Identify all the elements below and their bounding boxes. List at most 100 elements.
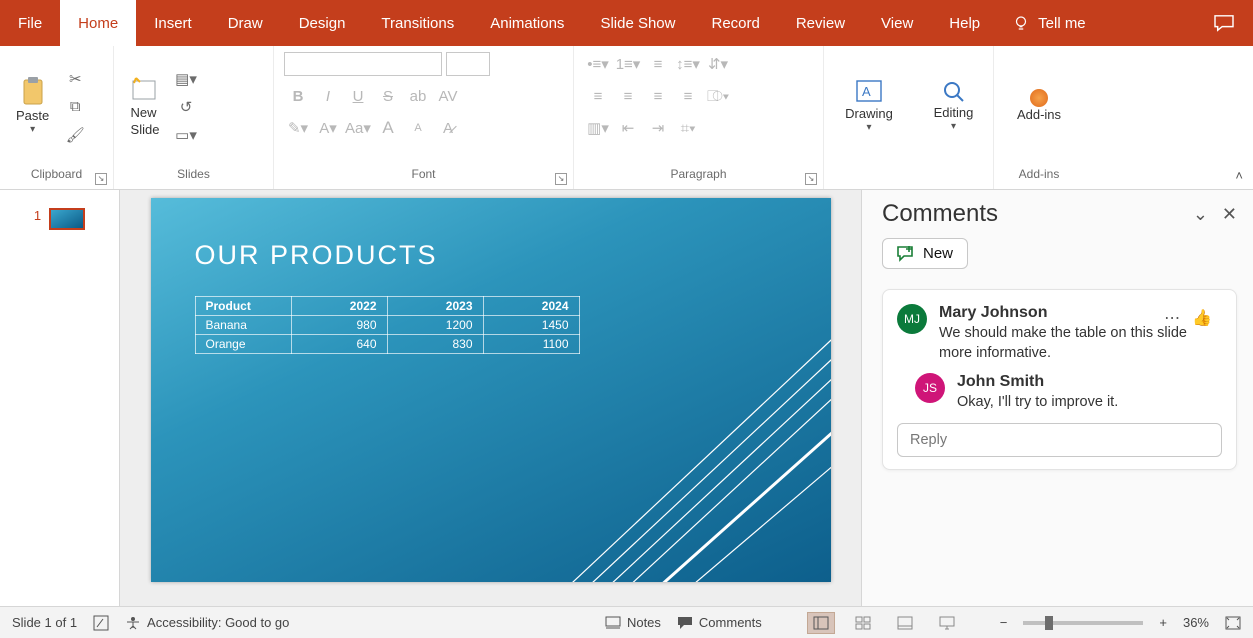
titlebar-comment-icon[interactable] [1213,14,1235,32]
strike-button[interactable]: S [374,84,402,108]
paste-button[interactable]: Paste ▾ [10,74,55,139]
search-icon [941,79,967,105]
highlight-button[interactable]: ✎▾ [284,116,312,140]
slide-title[interactable]: OUR PRODUCTS [195,240,438,271]
drawing-button[interactable]: A Drawing ▾ [839,76,899,137]
slide-thumbnail-1[interactable] [49,208,85,230]
ribbon-label-paragraph: Paragraph [574,167,823,189]
comments-collapse-button[interactable]: ⌄ [1193,204,1208,225]
comment-thread: MJ ⋯ 👍 Mary Johnson We should make the t… [882,289,1237,470]
align-left-button[interactable]: ≡ [584,84,612,108]
reply-body: Okay, I'll try to improve it. [957,393,1222,413]
bold-button[interactable]: B [284,84,312,108]
tab-view[interactable]: View [863,0,931,46]
inc-indent-button[interactable]: ⇥ [644,116,672,140]
numbering-button[interactable]: 1≡▾ [614,52,642,76]
tab-help[interactable]: Help [931,0,998,46]
ribbon-group-clipboard: Paste ▾ ✂ ⧉ 🖌 Clipboard ↘ [0,46,114,189]
tab-file[interactable]: File [0,0,60,46]
shrink-font-button[interactable]: A [404,116,432,140]
comments-title: Comments [882,200,998,228]
new-comment-button[interactable]: New [882,238,968,269]
columns-button[interactable]: ▥▾ [584,116,612,140]
section-button[interactable]: ▭▾ [172,123,200,147]
clipboard-launcher[interactable]: ↘ [95,173,107,185]
tab-insert[interactable]: Insert [136,0,210,46]
tab-record[interactable]: Record [693,0,777,46]
font-size-combo[interactable] [446,52,490,76]
addins-button[interactable]: Add-ins [1011,87,1067,125]
italic-button[interactable]: I [314,84,342,108]
clear-format-button[interactable]: A̷ [434,116,462,140]
view-slideshow-button[interactable] [934,613,960,633]
zoom-level[interactable]: 36% [1183,615,1209,630]
char-spacing-button[interactable]: AV [434,84,462,108]
format-painter-button[interactable]: 🖌 [61,123,89,147]
zoom-out-button[interactable]: − [1000,615,1008,630]
comments-toggle-button[interactable]: Comments [677,615,762,630]
grow-font-button[interactable]: A [374,116,402,140]
editing-button[interactable]: Editing ▾ [928,77,980,136]
cell: Banana [195,316,291,335]
tab-animations[interactable]: Animations [472,0,582,46]
line-spacing-button[interactable]: ↕≡▾ [674,52,702,76]
tab-design[interactable]: Design [281,0,364,46]
comments-close-button[interactable]: ✕ [1222,204,1237,225]
justify-button[interactable]: ≡ [674,84,702,108]
tab-draw[interactable]: Draw [210,0,281,46]
change-case-button[interactable]: Aa▾ [344,116,372,140]
underline-button[interactable]: U [344,84,372,108]
cut-button[interactable]: ✂ [61,67,89,91]
slide[interactable]: OUR PRODUCTS Product 2022 2023 2024 Bana… [151,198,831,582]
lightbulb-icon [1012,14,1030,32]
shadow-button[interactable]: ab [404,84,432,108]
collapse-ribbon-button[interactable]: ˄ [1235,168,1243,183]
text-direction-button[interactable]: ⇵▾ [704,52,732,76]
tab-transitions[interactable]: Transitions [363,0,472,46]
font-color-button[interactable]: A▾ [314,116,342,140]
fit-window-button[interactable] [1225,616,1241,630]
font-name-combo[interactable] [284,52,442,76]
workspace: 1 OUR PRODUCTS Product 2022 2023 2024 Ba… [0,190,1253,606]
tab-review[interactable]: Review [778,0,863,46]
new-slide-icon [130,75,160,105]
align-center-button[interactable]: ≡ [614,84,642,108]
dec-indent-button[interactable]: ⇤ [614,116,642,140]
th-product: Product [195,297,291,316]
accessibility-label: Accessibility: Good to go [147,615,289,630]
view-sorter-button[interactable] [850,613,876,633]
copy-button[interactable]: ⧉ [61,95,89,119]
accessibility-button[interactable]: Accessibility: Good to go [125,615,289,631]
layout-button[interactable]: ▤▾ [172,67,200,91]
bullets-button[interactable]: •≡▾ [584,52,612,76]
new-slide-button[interactable]: New Slide [124,73,166,140]
reset-button[interactable]: ↺ [172,95,200,119]
tab-slideshow[interactable]: Slide Show [582,0,693,46]
zoom-slider[interactable] [1023,621,1143,625]
slide-thumbnails: 1 [0,190,120,606]
indent-button[interactable]: ≡ [644,52,672,76]
addins-icon [1030,89,1048,107]
slide-canvas-area: OUR PRODUCTS Product 2022 2023 2024 Bana… [120,190,861,606]
ribbon-label-slides: Slides [114,167,273,189]
smartart-button[interactable]: ⌗▾ [674,116,702,140]
cell: 980 [291,316,387,335]
align-right-button[interactable]: ≡ [644,84,672,108]
font-launcher[interactable]: ↘ [555,173,567,185]
zoom-in-button[interactable]: + [1159,615,1167,630]
tell-me[interactable]: Tell me [998,0,1100,46]
drawing-label: Drawing [845,106,893,122]
view-normal-button[interactable] [808,613,834,633]
view-reading-button[interactable] [892,613,918,633]
comment-like-button[interactable]: 👍 [1192,308,1212,328]
paste-label: Paste [16,108,49,124]
align-text-button[interactable]: ⎄▾ [704,84,732,108]
notes-button[interactable]: Notes [605,615,661,630]
ribbon-group-paragraph: •≡▾ 1≡▾ ≡ ↕≡▾ ⇵▾ ≡ ≡ ≡ ≡ ⎄▾ ▥▾ ⇤ ⇥ ⌗▾ Pa… [574,46,824,189]
paragraph-launcher[interactable]: ↘ [805,173,817,185]
reply-input[interactable]: Reply [897,423,1222,457]
spellcheck-button[interactable] [93,615,109,631]
tab-home[interactable]: Home [60,0,136,46]
comment-more-button[interactable]: ⋯ [1164,308,1180,328]
cell: 830 [387,335,483,354]
